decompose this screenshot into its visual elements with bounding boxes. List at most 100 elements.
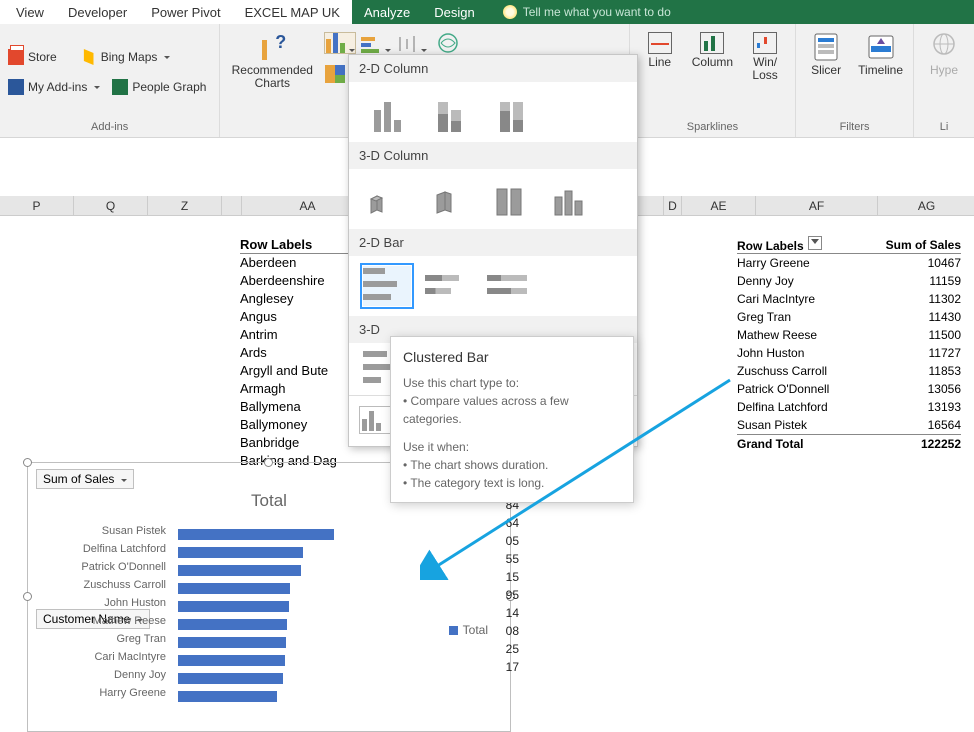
bing-maps-button[interactable]: Bing Maps: [79, 47, 173, 67]
colhdr[interactable]: AF: [756, 196, 878, 215]
stacked-column-option[interactable]: [425, 92, 473, 132]
chart-field-sum-button[interactable]: Sum of Sales: [36, 469, 134, 489]
chart-resize-handle[interactable]: [264, 458, 273, 467]
sparkline-column-icon: [700, 32, 724, 54]
100-stacked-column-option[interactable]: [487, 92, 535, 132]
insert-bar-chart-button[interactable]: [360, 32, 392, 54]
sparkline-line-button[interactable]: Line: [636, 28, 684, 73]
group-sparklines-label: Sparklines: [636, 119, 789, 135]
tooltip-line: • The category text is long.: [403, 474, 621, 492]
chart-resize-handle[interactable]: [23, 458, 32, 467]
dropdown-section-2d-column: 2-D Column: [349, 55, 637, 82]
bing-icon: [81, 49, 97, 65]
sparkline-column-button[interactable]: Column: [688, 28, 737, 73]
dropdown-section-3d-column: 3-D Column: [349, 142, 637, 169]
clustered-column-option[interactable]: [363, 92, 411, 132]
tell-me-search[interactable]: Tell me what you want to do: [487, 5, 671, 19]
store-button[interactable]: Store: [6, 47, 59, 67]
pivot-right-row[interactable]: Mathew Reese11500: [737, 326, 961, 344]
hyperlink-icon: [930, 32, 958, 62]
3d-clustered-column-option[interactable]: [363, 179, 411, 219]
100-stacked-bar-option[interactable]: [487, 266, 535, 306]
3d-100-stacked-column-option[interactable]: [487, 179, 535, 219]
bar-chart-icon: [361, 35, 381, 53]
colhdr[interactable]: Q: [74, 196, 148, 215]
chart-bar: Delfina Latchford: [178, 543, 458, 561]
insert-column-chart-button[interactable]: [324, 32, 356, 54]
chart-resize-handle[interactable]: [23, 592, 32, 601]
group-addins-label: Add-ins: [6, 119, 213, 135]
map-icon: [437, 33, 459, 53]
pivot-right-row[interactable]: Cari MacIntyre11302: [737, 290, 961, 308]
timeline-icon: [867, 32, 895, 62]
pivot-right-row[interactable]: Patrick O'Donnell13056: [737, 380, 961, 398]
pivot-right-row[interactable]: Susan Pistek16564: [737, 416, 961, 434]
column-chart-icon: [325, 31, 345, 53]
hyperlink-button[interactable]: Hype: [920, 28, 968, 81]
colhdr[interactable]: P: [0, 196, 74, 215]
stacked-bar-option[interactable]: [425, 266, 473, 306]
addin-icon: [8, 79, 24, 95]
chart-bar: Harry Greene: [178, 687, 458, 705]
pivot-right-row[interactable]: Denny Joy11159: [737, 272, 961, 290]
pivot-right-grandtotal[interactable]: Grand Total122252: [737, 434, 961, 452]
tab-powerpivot[interactable]: Power Pivot: [139, 2, 232, 23]
tab-developer[interactable]: Developer: [56, 2, 139, 23]
my-addins-button[interactable]: My Add-ins: [6, 77, 102, 97]
chart-bar: John Huston: [178, 597, 458, 615]
legend-swatch: [449, 626, 458, 635]
recommended-charts-button[interactable]: Recommended Charts: [226, 28, 318, 94]
pivot-right-header-sum: Sum of Sales: [871, 236, 961, 253]
colhdr[interactable]: D: [664, 196, 682, 215]
group-filters: Slicer Timeline Filters: [796, 24, 914, 137]
slicer-button[interactable]: Slicer: [802, 28, 850, 81]
tab-design[interactable]: Design: [422, 2, 486, 23]
tooltip-line: • Compare values across a few categories…: [403, 392, 621, 428]
tab-analyze[interactable]: Analyze: [352, 2, 422, 23]
tooltip-line: Use it when:: [403, 438, 621, 456]
colhdr[interactable]: AE: [682, 196, 756, 215]
tooltip-line: Use this chart type to:: [403, 374, 621, 392]
filter-icon[interactable]: [808, 236, 822, 250]
tooltip-title: Clustered Bar: [403, 347, 621, 368]
tab-excelmapuk[interactable]: EXCEL MAP UK: [233, 2, 352, 23]
insert-stock-chart-button[interactable]: [396, 32, 428, 54]
dropdown-section-2d-bar: 2-D Bar: [349, 229, 637, 256]
pivot-right-row[interactable]: Zuschuss Carroll11853: [737, 362, 961, 380]
pivot-right-row[interactable]: Delfina Latchford13193: [737, 398, 961, 416]
colhdr[interactable]: Z: [148, 196, 222, 215]
ribbon-tabs: View Developer Power Pivot EXCEL MAP UK …: [0, 0, 974, 24]
chart-plot-area[interactable]: Susan PistekDelfina LatchfordPatrick O'D…: [178, 525, 458, 725]
pivot-right-row[interactable]: Harry Greene10467: [737, 254, 961, 272]
3d-stacked-column-option[interactable]: [425, 179, 473, 219]
tooltip-line: • The chart shows duration.: [403, 456, 621, 474]
chart-bar: Denny Joy: [178, 669, 458, 687]
chart-type-tooltip: Clustered Bar Use this chart type to: • …: [390, 336, 634, 503]
colhdr[interactable]: [222, 196, 242, 215]
group-links-label: Li: [920, 119, 968, 135]
slicer-icon: [812, 32, 840, 62]
pivot-right-row[interactable]: John Huston11727: [737, 344, 961, 362]
insert-map-chart-button[interactable]: [432, 32, 464, 54]
clustered-bar-option[interactable]: [363, 266, 411, 306]
pivot-table-right[interactable]: Row Labels Sum of Sales Harry Greene1046…: [737, 236, 961, 452]
people-graph-button[interactable]: People Graph: [110, 77, 208, 97]
chart-bar: Cari MacIntyre: [178, 651, 458, 669]
chart-bar: Greg Tran: [178, 633, 458, 651]
partial-cell-values: 84640555159514082517: [497, 496, 519, 676]
tell-me-label: Tell me what you want to do: [523, 5, 671, 19]
sparkline-winloss-icon: [753, 32, 777, 54]
pivot-right-header-rowlabels: Row Labels: [737, 239, 804, 253]
colhdr[interactable]: AG: [878, 196, 974, 215]
sparkline-winloss-button[interactable]: Win/ Loss: [741, 28, 789, 86]
group-addins: Store Bing Maps My Add-ins People Graph …: [0, 24, 220, 137]
group-links: Hype Li: [914, 24, 974, 137]
chart-legend[interactable]: Total: [449, 623, 488, 637]
pivot-right-row[interactable]: Greg Tran11430: [737, 308, 961, 326]
chart-bar: Susan Pistek: [178, 525, 458, 543]
timeline-button[interactable]: Timeline: [854, 28, 907, 81]
3d-column-option[interactable]: [549, 179, 597, 219]
sparkline-line-icon: [648, 32, 672, 54]
tab-view[interactable]: View: [4, 2, 56, 23]
store-icon: [8, 49, 24, 65]
